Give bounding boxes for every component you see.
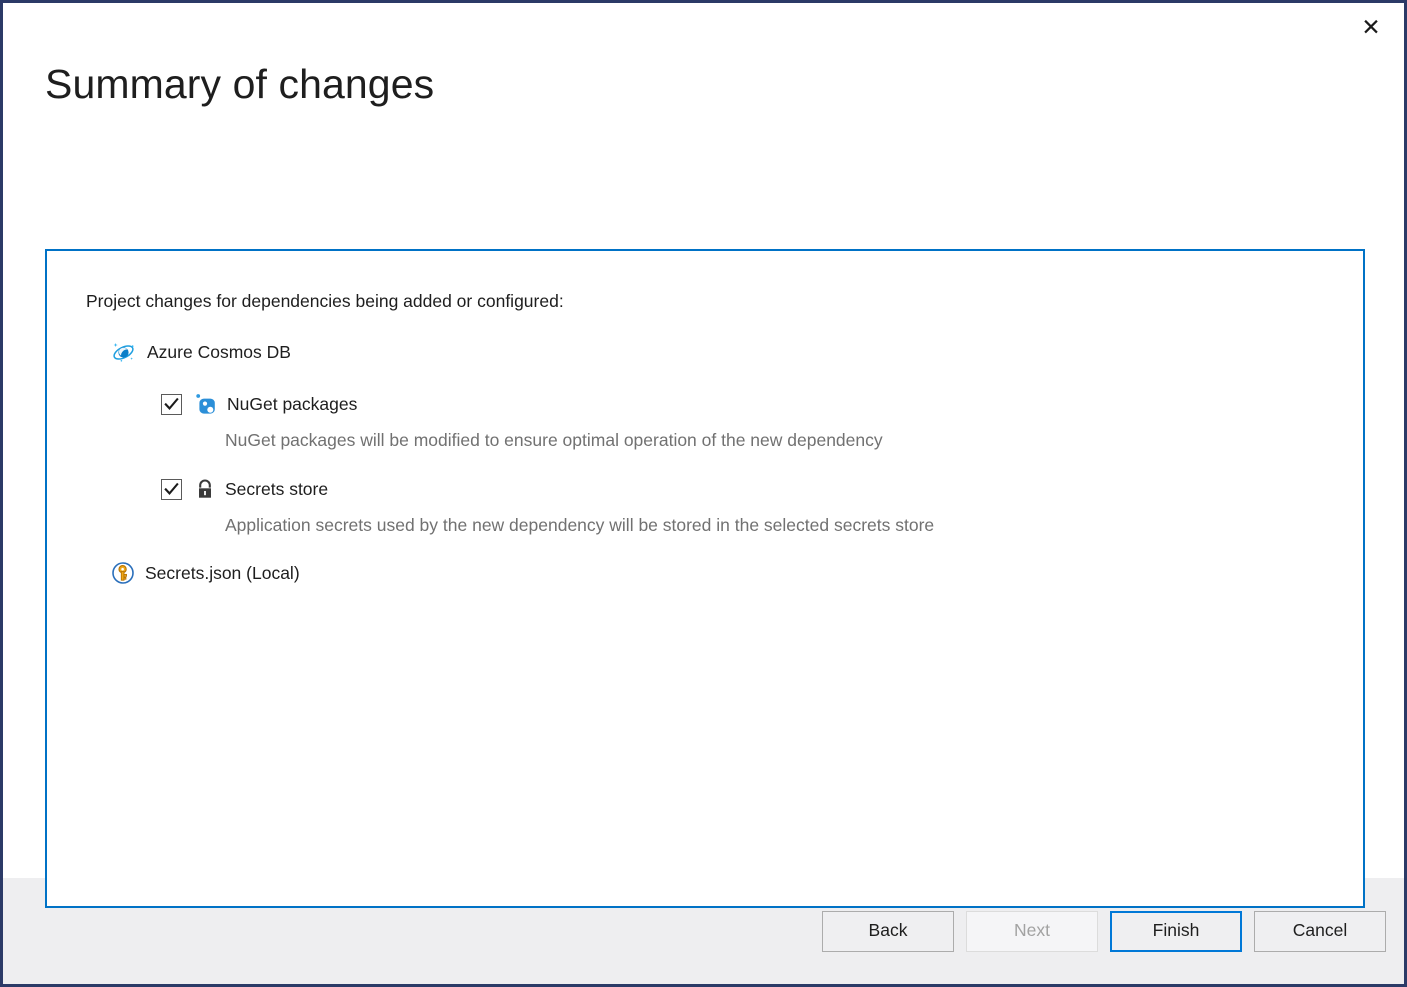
change-description-nuget-packages: NuGet packages will be modified to ensur… — [47, 429, 1363, 451]
dialog-body: Project changes for dependencies being a… — [3, 107, 1404, 878]
dialog-window: ✕ Summary of changes Project changes for… — [0, 0, 1407, 987]
nuget-package-icon — [195, 393, 217, 415]
dependency-tree: Azure Cosmos DB — [47, 312, 1363, 587]
secrets-store-label: Secrets.json (Local) — [145, 562, 300, 584]
next-button: Next — [966, 911, 1098, 952]
cancel-button[interactable]: Cancel — [1254, 911, 1386, 952]
close-icon[interactable]: ✕ — [1348, 7, 1394, 49]
change-label-secrets-store: Secrets store — [225, 478, 328, 500]
finish-button[interactable]: Finish — [1110, 911, 1242, 952]
change-row-secrets-store[interactable]: Secrets store — [47, 474, 1363, 504]
secrets-store-checkbox[interactable] — [161, 479, 182, 500]
dependency-group-label: Azure Cosmos DB — [147, 341, 291, 363]
changes-panel: Project changes for dependencies being a… — [45, 249, 1365, 908]
azure-cosmos-db-icon — [112, 340, 136, 364]
change-row-nuget-packages[interactable]: NuGet packages — [47, 389, 1363, 419]
panel-intro-text: Project changes for dependencies being a… — [47, 251, 1363, 312]
page-title: Summary of changes — [3, 61, 1404, 107]
secrets-store-row[interactable]: Secrets.json (Local) — [47, 559, 1363, 587]
change-description-secrets-store: Application secrets used by the new depe… — [47, 514, 1363, 536]
dialog-titlebar: ✕ — [3, 3, 1404, 61]
change-label-nuget-packages: NuGet packages — [227, 393, 357, 415]
nuget-packages-checkbox[interactable] — [161, 394, 182, 415]
lock-icon — [195, 478, 215, 500]
back-button[interactable]: Back — [822, 911, 954, 952]
dependency-group-header: Azure Cosmos DB — [47, 338, 1363, 366]
key-icon — [112, 562, 134, 584]
